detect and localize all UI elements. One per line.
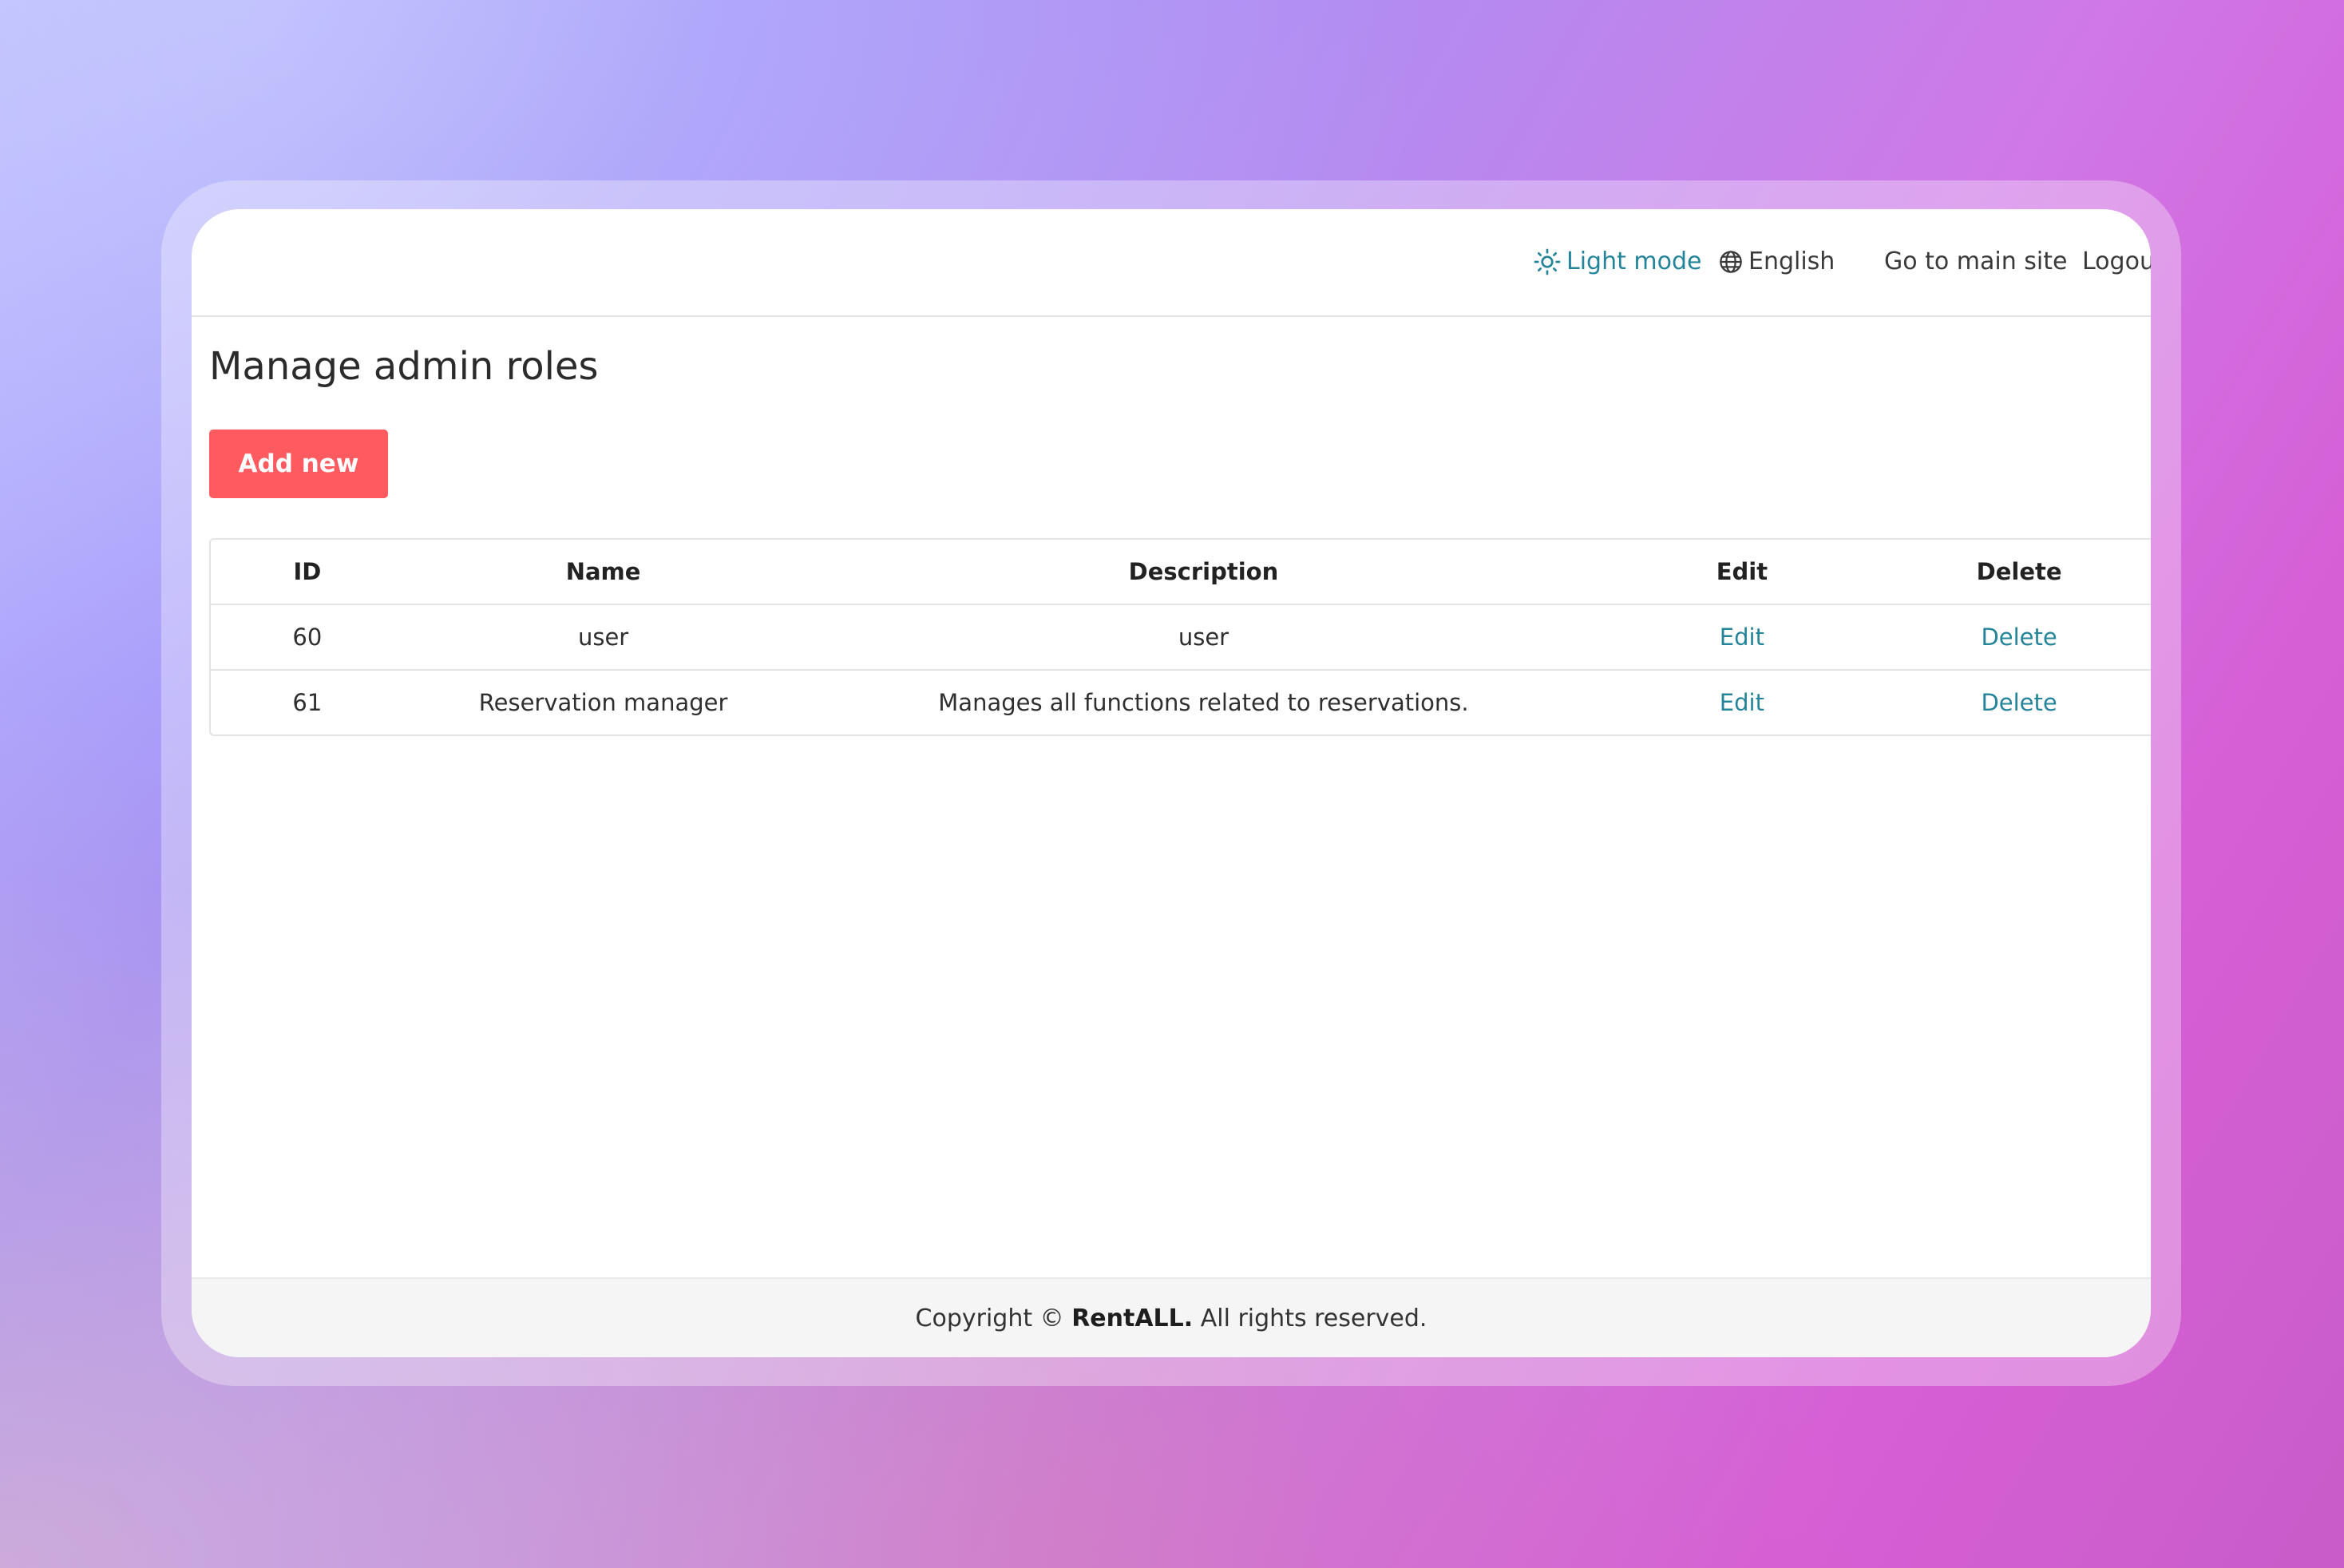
role-name: user	[403, 604, 803, 670]
edit-link[interactable]: Edit	[1604, 604, 1880, 670]
column-header-description: Description	[1128, 558, 1279, 585]
role-description: user	[802, 604, 1605, 670]
page-title: Manage admin roles	[209, 344, 599, 389]
roles-table: ID Name Description Edit Delete 60 user …	[209, 538, 2151, 736]
role-name: Reservation manager	[403, 669, 803, 735]
top-navigation-bar: Light mode English Go to main site Logou	[192, 209, 2151, 317]
table-header-row: ID Name Description Edit Delete	[211, 540, 2151, 604]
go-to-main-site-label: Go to main site	[1884, 247, 2068, 275]
table-row: 60 user user Edit Delete	[211, 604, 2151, 670]
globe-icon	[1720, 251, 1742, 273]
delete-link[interactable]: Delete	[1879, 669, 2151, 735]
theme-toggle[interactable]: Light mode	[1533, 246, 1701, 278]
footer: Copyright © RentALL. All rights reserved…	[192, 1277, 2151, 1357]
sun-icon	[1534, 248, 1561, 275]
delete-link[interactable]: Delete	[1879, 604, 2151, 670]
column-header-delete: Delete	[1976, 558, 2062, 585]
app-window: Light mode English Go to main site Logou…	[192, 209, 2151, 1357]
logout-label: Logou	[2082, 247, 2151, 275]
role-description: Manages all functions related to reserva…	[802, 669, 1605, 735]
role-id: 61	[211, 669, 404, 735]
add-new-button[interactable]: Add new	[209, 430, 388, 498]
column-header-id: ID	[293, 558, 322, 585]
table-row: 61 Reservation manager Manages all funct…	[211, 669, 2151, 735]
brand-name: RentALL.	[1071, 1304, 1194, 1332]
column-header-edit: Edit	[1716, 558, 1768, 585]
theme-toggle-label: Light mode	[1566, 247, 1702, 275]
go-to-main-site-link[interactable]: Go to main site	[1884, 246, 2067, 278]
logout-link[interactable]: Logou	[2082, 246, 2151, 278]
role-id: 60	[211, 604, 404, 670]
column-header-name: Name	[565, 558, 641, 585]
language-label: English	[1748, 247, 1835, 275]
edit-link[interactable]: Edit	[1604, 669, 1880, 735]
copyright-suffix: All rights reserved.	[1200, 1304, 1427, 1332]
copyright-prefix: Copyright ©	[915, 1304, 1064, 1332]
language-selector[interactable]: English	[1718, 246, 1835, 278]
